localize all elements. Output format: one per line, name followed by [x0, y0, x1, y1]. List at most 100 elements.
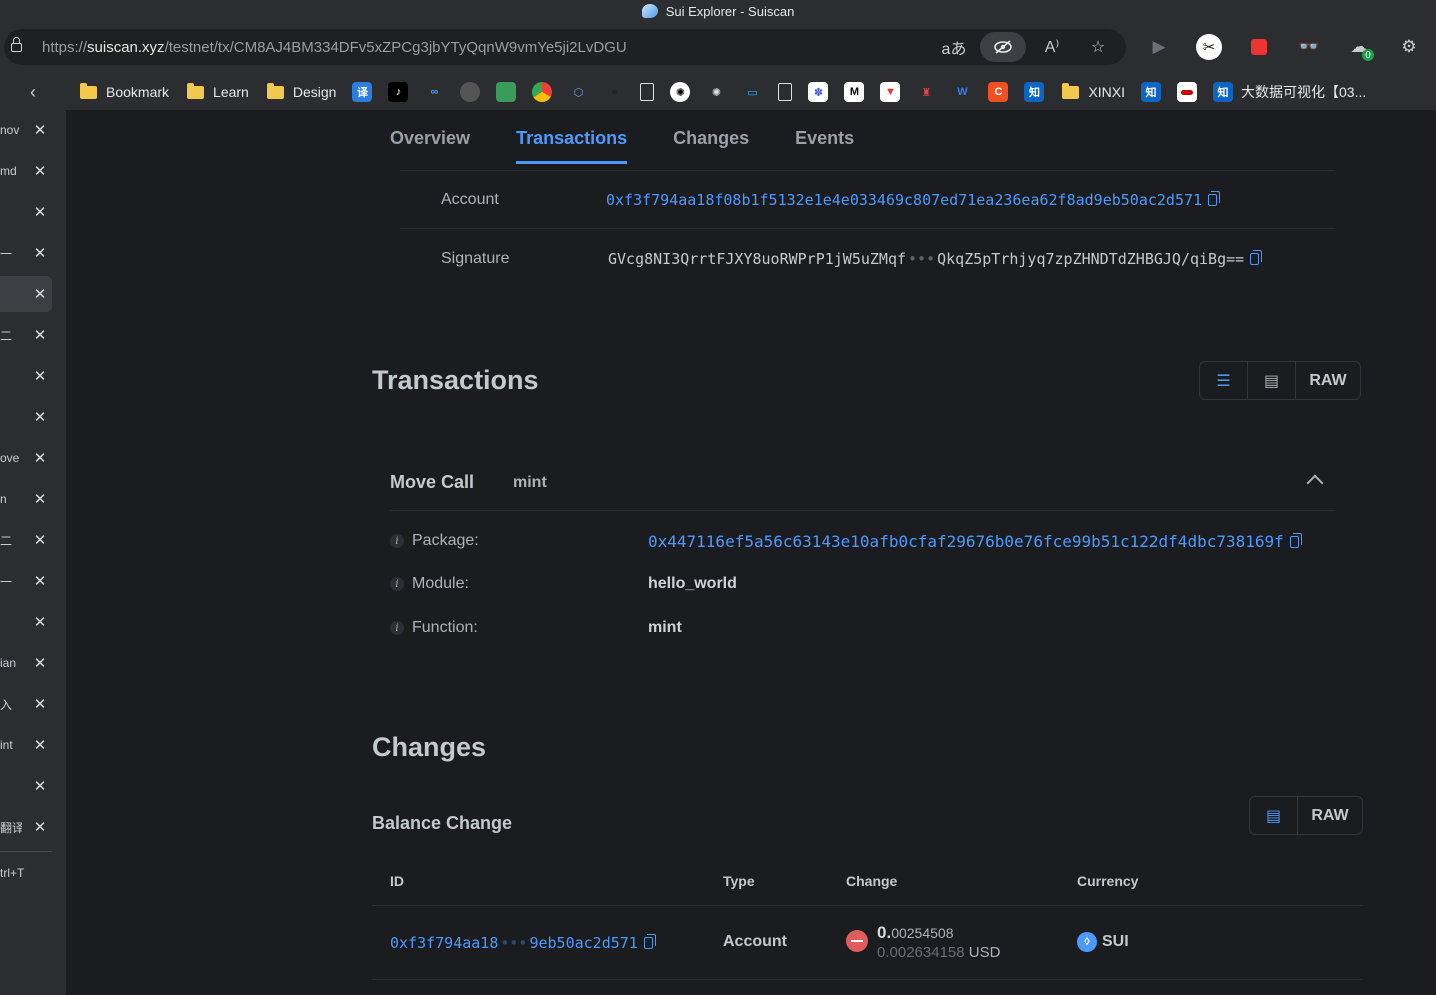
close-tab-icon[interactable]: ✕ — [28, 572, 52, 590]
tab-events[interactable]: Events — [795, 124, 854, 164]
bookmark-zhihu-bigdata[interactable]: 知大数据可视化【03... — [1213, 82, 1366, 102]
close-tab-icon[interactable]: ✕ — [28, 203, 52, 221]
close-tab-icon[interactable]: ✕ — [28, 162, 52, 180]
bookmark-folder-bookmark[interactable]: Bookmark — [80, 82, 169, 100]
tracking-prevention-icon[interactable] — [980, 32, 1026, 62]
close-tab-icon[interactable]: ✕ — [28, 654, 52, 672]
baidu-bookmark-icon[interactable]: ✽ — [808, 82, 829, 102]
close-tab-icon[interactable]: ✕ — [28, 408, 52, 426]
column-header-type: Type — [723, 873, 755, 889]
close-tab-icon[interactable]: ✕ — [28, 695, 52, 713]
cube-bookmark-icon[interactable]: ⬡ — [568, 82, 588, 102]
url-text[interactable]: https://suiscan.xyz/testnet/tx/CM8AJ4BM3… — [42, 39, 627, 56]
vertical-tab[interactable]: nov ✕ — [0, 112, 52, 148]
openai-bookmark-icon[interactable]: ✺ — [670, 82, 691, 102]
collapse-tabs-chevron-icon[interactable]: ‹ — [0, 82, 66, 103]
vertical-tab[interactable]: ✕ — [0, 604, 52, 640]
zhihu-bookmark-icon-2[interactable]: 知 — [1141, 82, 1162, 102]
medium-bookmark-icon[interactable]: M — [844, 82, 865, 102]
vertical-tab[interactable]: n ✕ — [0, 481, 52, 517]
bookmark-folder-xinxi[interactable]: XINXI — [1062, 82, 1125, 100]
yandex-bookmark-icon[interactable]: ▼ — [880, 82, 901, 102]
copy-icon[interactable] — [1208, 190, 1221, 206]
close-tab-icon[interactable]: ✕ — [28, 777, 52, 795]
vertical-tab[interactable]: 翻译 ✕ — [0, 809, 52, 845]
detail-view-icon[interactable]: ▤ — [1250, 797, 1298, 834]
vertical-tab[interactable]: ove ✕ — [0, 440, 52, 476]
favorite-star-icon[interactable]: ☆ — [1078, 32, 1118, 62]
vertical-tab-active[interactable]: ✕ — [0, 276, 52, 312]
package-link[interactable]: 0x447116ef5a56c63143e10afb0cfaf29676b0e7… — [648, 532, 1284, 551]
vertical-tab[interactable]: 一 ✕ — [0, 235, 52, 271]
raw-view-button[interactable]: RAW — [1298, 797, 1362, 834]
read-aloud-icon[interactable]: A⁾ — [1032, 32, 1072, 62]
close-tab-icon[interactable]: ✕ — [28, 326, 52, 344]
translate-bookmark-icon[interactable]: 译 — [352, 82, 373, 102]
copy-icon[interactable] — [1250, 250, 1263, 265]
raw-view-button[interactable]: RAW — [1296, 362, 1360, 399]
account-link[interactable]: 0xf3f794aa18f08b1f5132e1e4e033469c807ed7… — [606, 191, 1202, 209]
vertical-tab[interactable]: ✕ — [0, 358, 52, 394]
figure-bookmark-icon[interactable]: ♜ — [916, 82, 936, 102]
close-tab-icon[interactable]: ✕ — [28, 285, 52, 303]
chrome-bookmark-icon[interactable] — [532, 82, 553, 102]
github-bookmark-icon[interactable]: ● — [604, 82, 624, 102]
vertical-tab[interactable]: 入 ✕ — [0, 686, 52, 722]
tab-overview[interactable]: Overview — [390, 124, 470, 164]
lock-icon[interactable] — [11, 36, 22, 52]
copy-icon[interactable] — [643, 934, 656, 949]
vertical-tab[interactable]: 二 ✕ — [0, 317, 52, 353]
chevron-up-icon[interactable] — [1306, 474, 1324, 492]
vertical-tab[interactable]: 二 ✕ — [0, 522, 52, 558]
close-tab-icon[interactable]: ✕ — [28, 244, 52, 262]
map-bookmark-icon[interactable] — [496, 82, 517, 102]
vertical-tab[interactable]: ian ✕ — [0, 645, 52, 681]
cloud-extension-icon[interactable]: ☁ 0 — [1334, 29, 1384, 65]
page-bookmark-icon-2[interactable] — [778, 83, 793, 101]
close-tab-icon[interactable]: ✕ — [28, 367, 52, 385]
play-icon[interactable]: ▶ — [1134, 29, 1184, 65]
new-tab-shortcut-hint[interactable]: trl+T — [0, 866, 24, 880]
tab-transactions[interactable]: Transactions — [516, 124, 628, 164]
detail-view-icon[interactable]: ▤ — [1248, 362, 1296, 399]
close-tab-icon[interactable]: ✕ — [28, 818, 52, 836]
bilibili-bookmark-icon[interactable]: ▭ — [742, 82, 762, 102]
tab-changes[interactable]: Changes — [673, 124, 749, 164]
close-tab-icon[interactable]: ✕ — [28, 736, 52, 754]
extensions-puzzle-icon[interactable]: ⚙ — [1384, 29, 1434, 65]
info-icon[interactable]: i — [390, 621, 404, 635]
csdn-bookmark-icon[interactable]: C — [988, 82, 1009, 102]
glasses-extension-icon[interactable]: 👓 — [1284, 29, 1334, 65]
bookmark-folder-learn[interactable]: Learn — [187, 82, 249, 100]
vertical-tab[interactable]: ✕ — [0, 768, 52, 804]
list-view-icon[interactable]: ☰ — [1200, 362, 1248, 399]
vertical-tab[interactable]: int ✕ — [0, 727, 52, 763]
close-tab-icon[interactable]: ✕ — [28, 531, 52, 549]
vertical-tab[interactable]: 一 ✕ — [0, 563, 52, 599]
vertical-tab[interactable]: ✕ — [0, 399, 52, 435]
vertical-tab[interactable]: md ✕ — [0, 153, 52, 189]
close-tab-icon[interactable]: ✕ — [28, 121, 52, 139]
info-icon[interactable]: i — [390, 534, 404, 548]
translate-icon[interactable]: aあ — [934, 32, 974, 62]
flag-bookmark-icon[interactable] — [1177, 82, 1198, 102]
close-tab-icon[interactable]: ✕ — [28, 490, 52, 508]
zhihu-bookmark-icon[interactable]: 知 — [1024, 82, 1045, 102]
page-bookmark-icon[interactable] — [640, 83, 655, 101]
openai-outline-bookmark-icon[interactable]: ✺ — [706, 82, 726, 102]
globe-bookmark-icon[interactable] — [460, 82, 481, 102]
red-extension-icon[interactable] — [1234, 29, 1284, 65]
move-call-header[interactable]: Move Call mint — [390, 455, 1335, 511]
tiktok-bookmark-icon[interactable]: ♪ — [388, 82, 409, 102]
infinity-bookmark-icon[interactable]: ∞ — [424, 82, 444, 102]
address-bar[interactable]: https://suiscan.xyz/testnet/tx/CM8AJ4BM3… — [4, 29, 1126, 65]
vertical-tab[interactable]: ✕ — [0, 194, 52, 230]
bookmark-folder-design[interactable]: Design — [266, 82, 336, 100]
close-tab-icon[interactable]: ✕ — [28, 613, 52, 631]
word-bookmark-icon[interactable]: W — [952, 82, 972, 102]
close-tab-icon[interactable]: ✕ — [28, 449, 52, 467]
info-icon[interactable]: i — [390, 577, 404, 591]
balance-change-id-link[interactable]: 0xf3f794aa18 ••• 9eb50ac2d571 — [390, 934, 638, 952]
scissors-extension-icon[interactable]: ✂ — [1184, 29, 1234, 65]
copy-icon[interactable] — [1289, 532, 1302, 548]
